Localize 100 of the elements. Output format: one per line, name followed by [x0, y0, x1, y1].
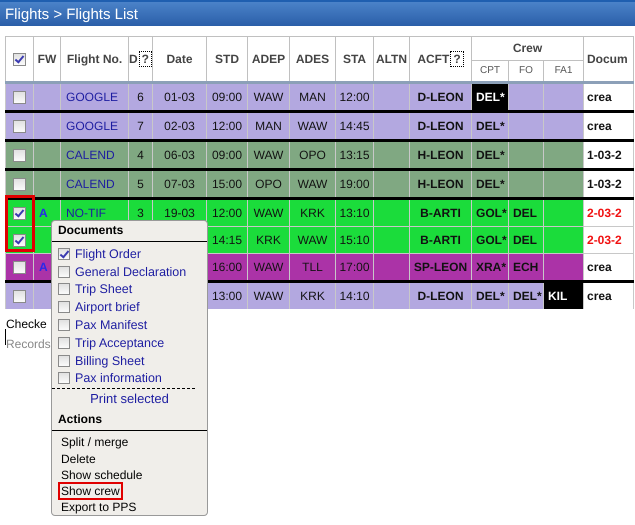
- row-checkbox[interactable]: [13, 149, 26, 162]
- table-cell: B-ARTI: [420, 206, 461, 220]
- table-cell: D-LEON: [418, 90, 464, 104]
- column-header: Docum: [587, 52, 628, 66]
- document-option[interactable]: Pax Manifest: [58, 316, 189, 334]
- flight-row[interactable]: CALEND 5 07-03 15:00 OPO WAW 19:00 H-LEON DEL* 1-03-2: [6, 170, 634, 198]
- table-cell: 19-03: [164, 206, 195, 220]
- help-marker[interactable]: ?: [450, 51, 464, 67]
- table-cell: MAN: [299, 90, 326, 104]
- table-cell: 12:00: [339, 90, 370, 104]
- column-header: Flight No.: [66, 52, 122, 66]
- document-checkbox[interactable]: [58, 319, 70, 332]
- document-status: 1-03-2: [587, 148, 622, 162]
- table-cell: H-LEON: [418, 177, 464, 191]
- table-cell: D-LEON: [418, 289, 464, 303]
- crew-code: DEL: [513, 233, 537, 247]
- row-checkbox[interactable]: [13, 261, 26, 274]
- flight-row[interactable]: GOOGLE 6 01-03 09:00 WAW MAN 12:00 D-LEON DEL* crea: [6, 82, 634, 112]
- crew-code: ECH: [513, 260, 538, 274]
- table-cell: WAW: [254, 90, 284, 104]
- records-label: Records: [6, 337, 51, 351]
- table-cell: 5: [137, 177, 144, 191]
- table-cell: KRK: [300, 206, 325, 220]
- column-header: FO: [519, 65, 533, 76]
- column-header: Date: [166, 52, 192, 66]
- table-cell: 01-03: [164, 90, 195, 104]
- text-cursor: [5, 329, 6, 345]
- flight-row[interactable]: GOOGLE 7 02-03 12:00 MAN WAW 14:45 D-LEON DEL* crea: [6, 112, 634, 140]
- crew-code: DEL*: [513, 289, 542, 303]
- column-header: ADES: [296, 52, 330, 66]
- menu-action[interactable]: Delete: [58, 450, 99, 468]
- table-cell: H-LEON: [418, 148, 464, 162]
- help-marker[interactable]: ?: [138, 51, 152, 67]
- row-checkbox[interactable]: [13, 120, 26, 134]
- document-checkbox[interactable]: [58, 266, 70, 278]
- fw-cell: A: [39, 260, 48, 274]
- flight-row[interactable]: A NO-TIF 3 19-03 12:00 WAW KRK 13:10 B-ARTI GOL* DEL 2-03-2: [6, 198, 634, 226]
- row-checkbox[interactable]: [13, 207, 26, 220]
- table-cell: 09:00: [212, 90, 242, 104]
- document-option[interactable]: Billing Sheet: [58, 352, 189, 370]
- table-cell: 16:00: [212, 260, 242, 274]
- table-cell: MAN: [255, 119, 282, 133]
- document-checkbox[interactable]: [58, 301, 70, 314]
- print-selected-link[interactable]: Print selected: [90, 391, 169, 406]
- table-cell: 14:10: [339, 289, 370, 303]
- table-cell: 15:10: [339, 233, 370, 247]
- crew-code: DEL: [513, 206, 537, 220]
- table-cell: 17:00: [339, 260, 370, 274]
- document-option[interactable]: General Declaration: [58, 262, 189, 281]
- table-cell: 13:00: [212, 289, 242, 303]
- table-cell: 13:10: [339, 206, 370, 220]
- table-cell: 12:00: [212, 119, 242, 133]
- document-status: crea: [587, 90, 612, 104]
- table-cell: D-LEON: [418, 119, 464, 133]
- row-checkbox[interactable]: [13, 290, 26, 304]
- document-checkbox[interactable]: [58, 354, 70, 367]
- document-status: crea: [587, 119, 612, 133]
- menu-action[interactable]: Show crew: [58, 482, 123, 500]
- document-status: 2-03-2: [587, 206, 622, 220]
- row-checkbox[interactable]: [13, 178, 26, 192]
- table-cell: 12:00: [212, 206, 242, 220]
- document-checkbox[interactable]: [58, 336, 70, 349]
- table-cell: OPO: [299, 148, 326, 162]
- table-cell: 7: [137, 119, 144, 133]
- column-header: ALTN: [376, 52, 408, 66]
- document-checkbox[interactable]: [58, 372, 70, 384]
- column-header: CPT: [480, 65, 500, 76]
- table-cell: WAW: [298, 233, 328, 247]
- document-option[interactable]: Trip Acceptance: [58, 334, 189, 352]
- crew-code: XRA*: [476, 260, 506, 274]
- table-cell: 13:15: [339, 148, 370, 162]
- table-cell: KRK: [256, 233, 281, 247]
- menu-heading: Documents: [52, 221, 207, 242]
- crew-code: DEL*: [476, 119, 505, 133]
- table-cell: B-ARTI: [420, 233, 461, 247]
- window-title: Flights > Flights List: [5, 6, 138, 22]
- menu-action[interactable]: Split / merge: [58, 433, 132, 452]
- menu-action[interactable]: Export to PPS: [58, 498, 140, 516]
- document-status: crea: [587, 289, 612, 303]
- column-header: STD: [215, 52, 239, 66]
- menu-heading: Actions: [52, 410, 207, 432]
- crew-cell: KIL: [544, 282, 584, 309]
- table-cell: WAW: [298, 177, 328, 191]
- document-option[interactable]: Trip Sheet: [58, 280, 189, 298]
- row-checkbox[interactable]: [13, 91, 26, 104]
- document-checkbox[interactable]: [58, 283, 70, 296]
- document-option[interactable]: Pax information: [58, 370, 189, 388]
- column-header: ADEP: [252, 52, 286, 66]
- crew-code: GOL*: [476, 206, 507, 220]
- menu-action[interactable]: Show schedule: [58, 466, 146, 484]
- table-cell: SP-LEON: [414, 260, 468, 274]
- table-cell: 09:00: [212, 148, 242, 162]
- crew-code: DEL*: [476, 289, 505, 303]
- flight-row[interactable]: CALEND 4 06-03 09:00 WAW OPO 13:15 H-LEON DEL* 1-03-2: [6, 140, 634, 170]
- select-all-checkbox[interactable]: [13, 53, 26, 66]
- document-checkbox[interactable]: [58, 248, 70, 260]
- document-status: 2-03-2: [587, 233, 622, 247]
- row-checkbox[interactable]: [13, 234, 26, 248]
- table-cell: 06-03: [164, 148, 195, 162]
- column-header: FW: [38, 52, 56, 66]
